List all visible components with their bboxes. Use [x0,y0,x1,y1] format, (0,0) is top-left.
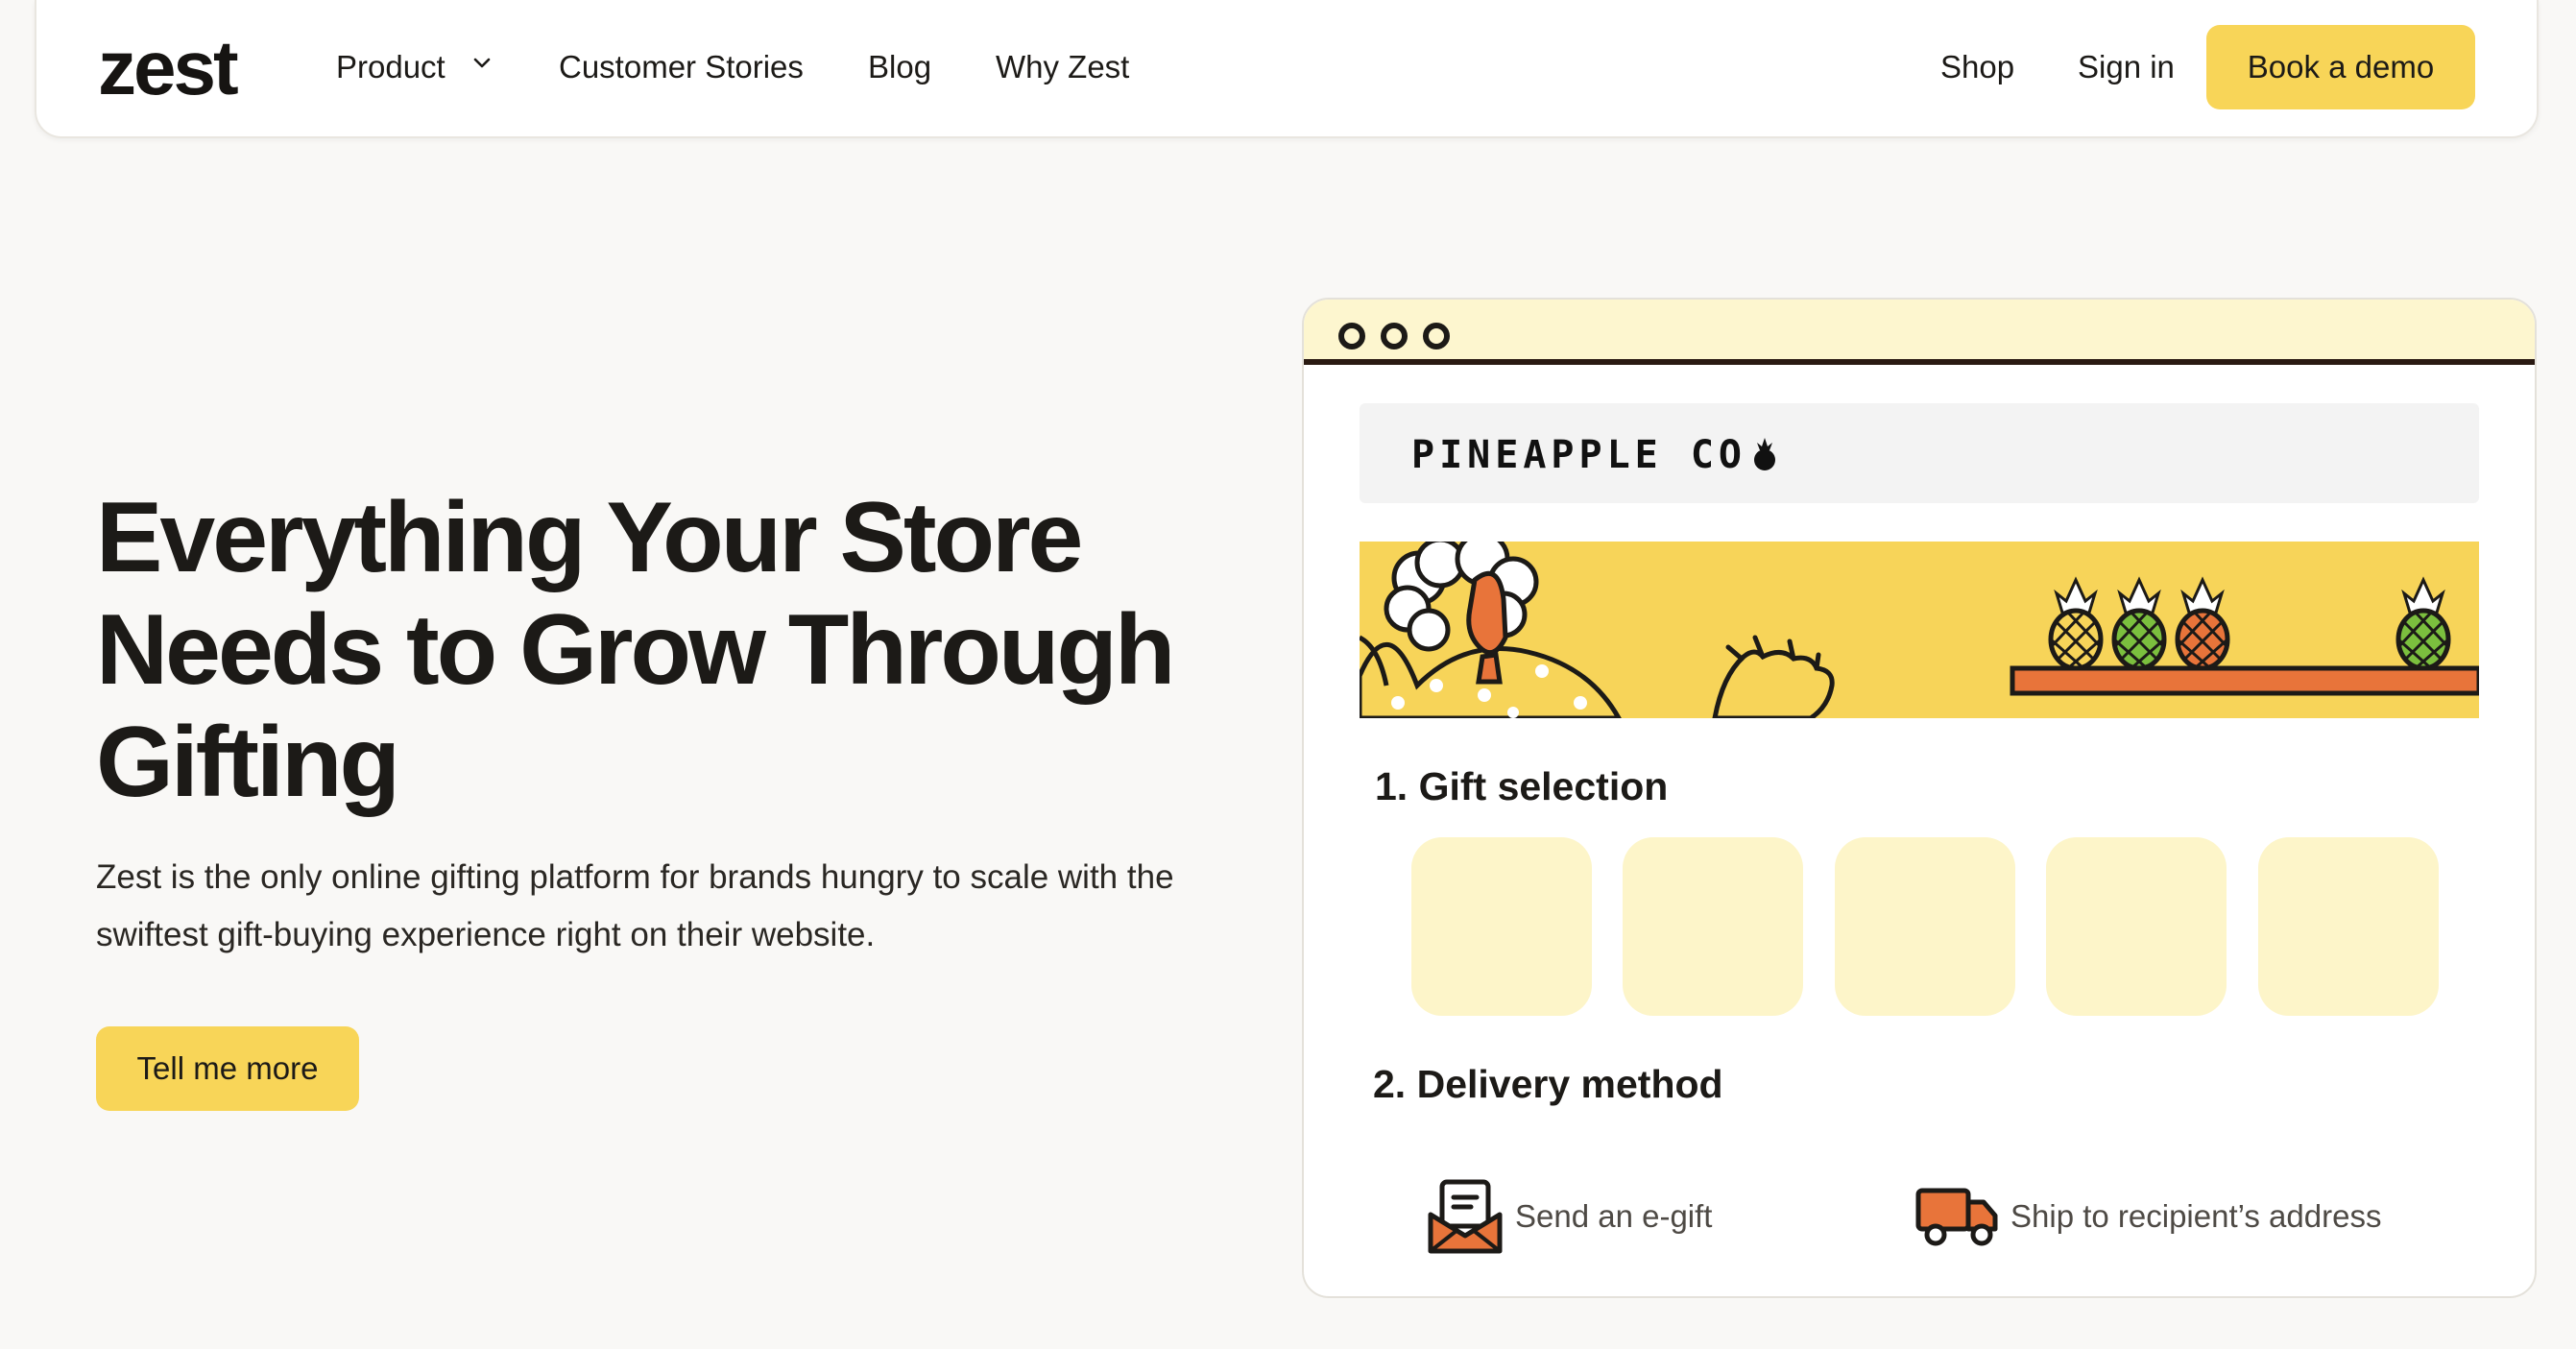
window-dot [1338,323,1365,349]
gift-option-tile[interactable] [2258,837,2439,1016]
book-demo-button[interactable]: Book a demo [2206,25,2475,109]
send-egift-option[interactable]: Send an e-gift [1425,1173,1712,1260]
gift-option-tile[interactable] [1411,837,1592,1016]
pineapple-icon [1754,438,1775,470]
tell-me-more-button[interactable]: Tell me more [96,1026,359,1111]
window-dot [1381,323,1408,349]
hero-title: Everything Your Store Needs to Grow Thro… [96,482,1175,818]
pineapple-row [2048,576,2451,671]
zest-logo[interactable]: zest [98,25,239,111]
nav-product-label: Product [336,49,445,84]
envelope-icon [1428,1179,1503,1254]
delivery-method-heading: 2. Delivery method [1373,1062,1723,1106]
store-header: PINEAPPLE CO [1360,403,2479,503]
window-dot [1423,323,1450,349]
nav-product-dropdown[interactable]: Product [336,46,491,88]
storefront-mockup: PINEAPPLE CO 1. Gift selection 2. Delive… [1302,298,2537,1298]
browser-title-bar [1304,300,2535,365]
chevron-down-icon [473,58,491,68]
nav-blog[interactable]: Blog [868,46,931,88]
nav-why-zest[interactable]: Why Zest [996,46,1129,88]
truck-icon [1915,1188,1998,1246]
store-name: PINEAPPLE CO [1411,433,1746,477]
gift-selection-heading: 1. Gift selection [1375,764,1669,808]
nav-sign-in[interactable]: Sign in [2078,46,2175,88]
gift-option-tile[interactable] [2046,837,2227,1016]
send-egift-label: Send an e-gift [1515,1198,1713,1234]
nav-customer-stories[interactable]: Customer Stories [559,46,804,88]
gift-option-tile[interactable] [1835,837,2015,1016]
ship-to-address-label: Ship to recipient’s address [2010,1198,2382,1234]
gift-option-tile[interactable] [1623,837,1803,1016]
nav-shop[interactable]: Shop [1940,46,2014,88]
hero-subtitle: Zest is the only online gifting platform… [96,858,1174,953]
top-navbar: zest Product Customer Stories Blog Why Z… [35,0,2539,138]
store-banner-illustration [1360,542,2479,718]
ship-to-address-option[interactable]: Ship to recipient’s address [1914,1173,2381,1260]
